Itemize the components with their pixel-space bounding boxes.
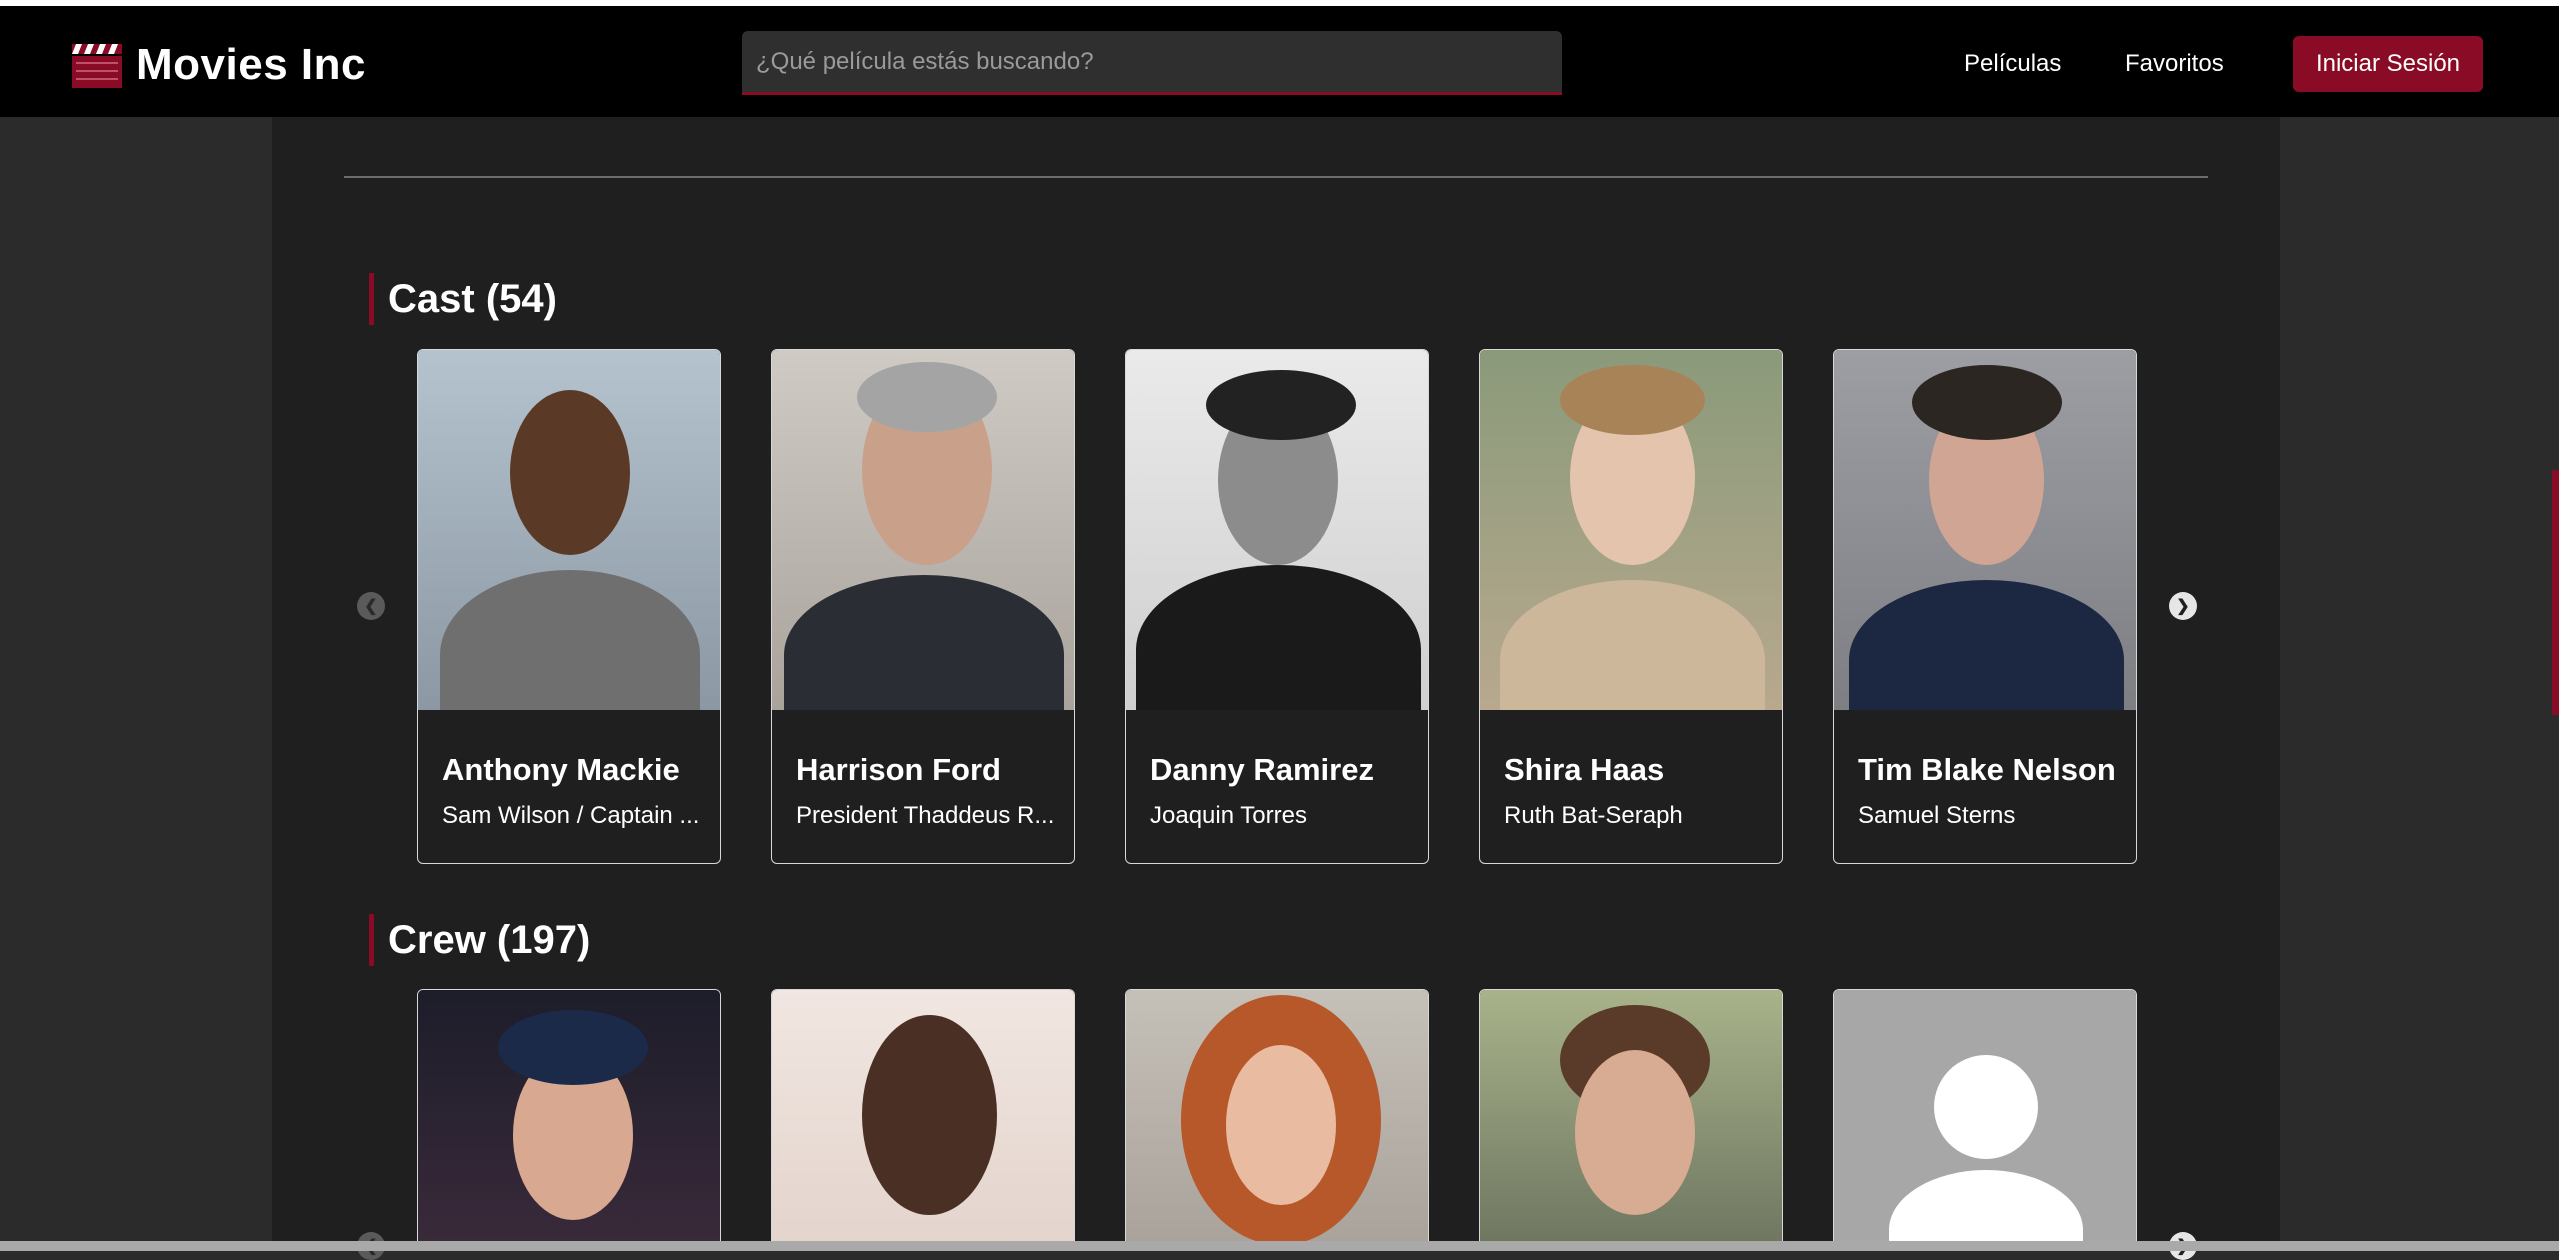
cast-prev-button[interactable]: ❮ (357, 592, 385, 620)
cast-card[interactable]: Anthony Mackie Sam Wilson / Captain ... (417, 349, 721, 864)
cast-name: Harrison Ford (796, 752, 1001, 787)
crew-photo (772, 990, 1074, 1248)
cast-name: Shira Haas (1504, 752, 1665, 787)
logo[interactable]: Movies Inc (72, 40, 366, 90)
cast-photo (418, 350, 720, 710)
cast-photo (772, 350, 1074, 710)
cast-card[interactable]: Danny Ramirez Joaquin Torres (1125, 349, 1429, 864)
app-title: Movies Inc (136, 40, 366, 89)
cast-next-button[interactable]: ❯ (2169, 592, 2197, 620)
clapperboard-icon (72, 42, 122, 88)
navbar: Movies Inc Películas Favoritos Iniciar S… (0, 6, 2559, 117)
cast-photo (1126, 350, 1428, 710)
crew-photo (1480, 990, 1782, 1248)
crew-card[interactable] (1479, 989, 1783, 1249)
scrollbar-indicator[interactable] (2552, 470, 2559, 715)
cast-name: Tim Blake Nelson (1858, 752, 2116, 787)
login-button[interactable]: Iniciar Sesión (2293, 36, 2483, 92)
crew-photo (1126, 990, 1428, 1248)
cast-card[interactable]: Shira Haas Ruth Bat-Seraph (1479, 349, 1783, 864)
cast-role: Sam Wilson / Captain ... (442, 802, 700, 829)
cast-role: Samuel Sterns (1858, 802, 2016, 829)
main-content: Cast (54) ❮ ❯ Anthony Mackie Sam Wilson … (272, 117, 2280, 1260)
section-divider (344, 176, 2208, 178)
nav-link-favorites[interactable]: Favoritos (2125, 50, 2224, 78)
crew-section-title: Crew (197) (369, 914, 590, 966)
person-placeholder-icon (1834, 990, 2136, 1248)
crew-card[interactable] (1833, 989, 2137, 1249)
cast-section-title: Cast (54) (369, 273, 557, 325)
crew-card[interactable] (771, 989, 1075, 1249)
search-input[interactable] (742, 31, 1562, 92)
cast-card[interactable]: Tim Blake Nelson Samuel Sterns (1833, 349, 2137, 864)
crew-card[interactable] (417, 989, 721, 1249)
cast-role: Ruth Bat-Seraph (1504, 802, 1683, 829)
chevron-right-icon: ❯ (2176, 598, 2190, 615)
cast-photo (1480, 350, 1782, 710)
chevron-left-icon: ❮ (364, 598, 378, 615)
cast-name: Danny Ramirez (1150, 752, 1374, 787)
crew-card[interactable] (1125, 989, 1429, 1249)
cast-name: Anthony Mackie (442, 752, 680, 787)
nav-link-movies[interactable]: Películas (1964, 50, 2061, 78)
crew-photo (418, 990, 720, 1248)
search-bar (742, 31, 1562, 95)
cast-photo (1834, 350, 2136, 710)
cast-role: President Thaddeus R... (796, 802, 1055, 829)
cast-role: Joaquin Torres (1150, 802, 1307, 829)
cast-card[interactable]: Harrison Ford President Thaddeus R... (771, 349, 1075, 864)
bottom-bar (0, 1241, 2559, 1251)
